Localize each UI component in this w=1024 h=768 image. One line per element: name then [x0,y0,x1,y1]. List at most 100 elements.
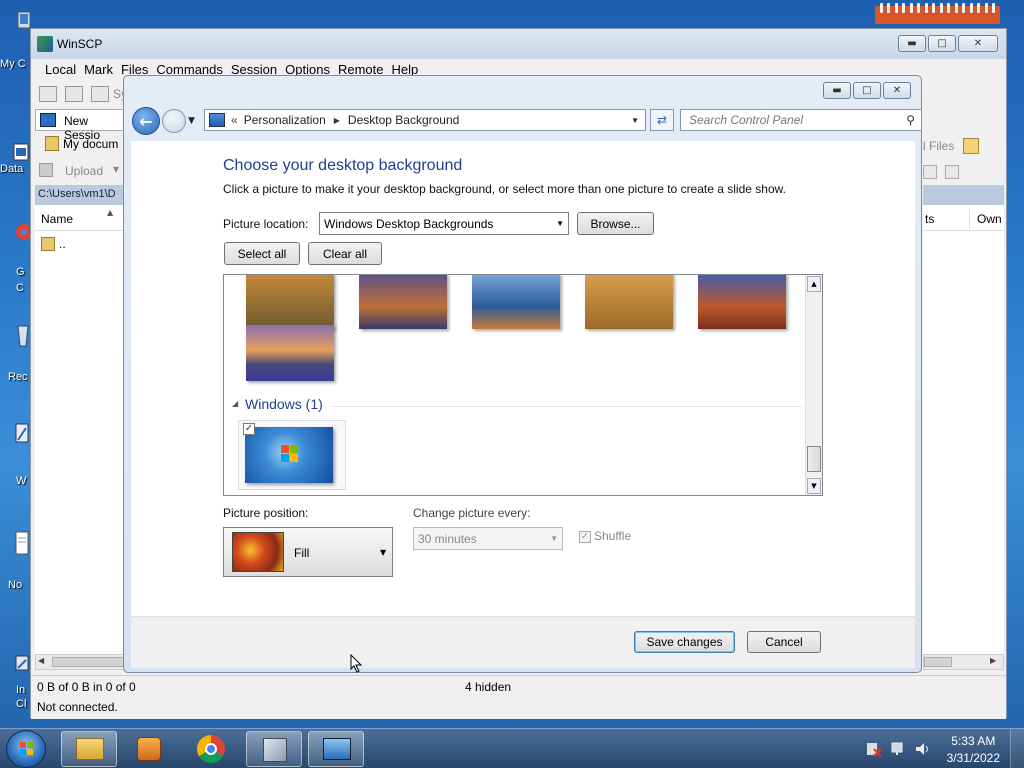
menu-local[interactable]: Local [45,62,76,77]
remote-toolbar-2 [923,161,1003,185]
local-hscroll-thumb[interactable] [52,657,126,667]
wallpaper-thumbnail[interactable] [472,275,560,329]
start-windows-icon [20,742,26,748]
taskbar-control-panel[interactable] [308,731,364,767]
change-picture-every-value: 30 minutes [418,531,477,546]
maximize-button[interactable]: □ [928,35,956,52]
remote-delete-icon[interactable] [923,165,937,179]
breadcrumb-personalization[interactable]: Personalization [244,113,326,127]
start-button[interactable] [6,730,46,768]
gallery-scroll-thumb[interactable] [807,446,821,472]
picture-location-select[interactable]: Windows Desktop Backgrounds ▼ [319,212,569,235]
wallpaper-thumbnail[interactable] [359,275,447,329]
local-location-combo[interactable]: My docum [41,134,125,154]
selected-wallpaper-frame[interactable]: ✓ [238,420,346,490]
winscp-titlebar[interactable]: WinSCP [31,29,1006,59]
shuffle-label[interactable]: Shuffle [594,529,631,543]
wallpaper-thumbnail[interactable] [698,275,786,329]
select-all-button[interactable]: Select all [224,242,300,265]
picture-position-select[interactable]: Fill ▼ [223,527,393,577]
scroll-down-icon[interactable]: ▼ [807,478,821,494]
my-computer-icon[interactable] [0,10,31,40]
minimize-button[interactable]: ▬ [898,35,926,52]
gallery-vscrollbar[interactable]: ▲ ▼ [805,275,822,495]
back-arrow-icon[interactable]: ← [132,107,160,135]
local-hscrollbar[interactable]: ◀ [35,654,127,670]
compare-icon[interactable] [39,86,57,102]
taskbar-chrome[interactable] [184,731,240,767]
wallpaper-checkbox[interactable]: ✓ [243,423,255,435]
browse-button[interactable]: Browse... [577,212,654,235]
address-bar[interactable]: « Personalization ▶ Desktop Background ▼ [204,109,646,131]
clock-time: 5:33 AM [951,734,996,748]
dialog-close-button[interactable]: ✕ [883,82,911,99]
remote-hscrollbar[interactable]: ▶ [923,654,1004,670]
taskbar-media-player[interactable] [121,731,177,767]
windows-wallpaper-thumbnail[interactable] [245,427,333,483]
taskbar-winscp[interactable] [246,731,302,767]
refresh-icon[interactable]: ⇄ [650,109,674,131]
w-app-icon[interactable] [0,420,30,450]
menu-mark[interactable]: Mark [84,62,113,77]
picture-position-value: Fill [294,546,310,560]
synchronize-icon[interactable] [65,86,83,102]
remote-column-owner[interactable]: Own [977,212,1002,226]
column-header-name[interactable]: Name ▲ [35,207,127,231]
group-collapse-icon[interactable]: ◢ [232,399,238,408]
breadcrumb-overflow[interactable]: « [231,113,238,127]
recycle-bin-icon[interactable] [0,320,30,350]
notepad-icon[interactable] [0,530,30,560]
scroll-left-icon[interactable]: ◀ [38,656,44,665]
cancel-button[interactable]: Cancel [747,631,821,653]
folder-icon [76,738,104,760]
remote-tree-icon[interactable] [963,138,979,154]
save-changes-button[interactable]: Save changes [634,631,735,653]
scroll-up-icon[interactable]: ▲ [807,276,821,292]
dialog-minimize-button[interactable]: ▬ [823,82,851,99]
forward-arrow-icon[interactable] [162,109,186,133]
remote-properties-icon[interactable] [945,165,959,179]
wallpaper-thumbnail[interactable] [246,325,334,381]
recent-pages-dropdown-icon[interactable]: ▼ [188,116,195,126]
search-input[interactable]: Search Control Panel ⚲ [680,109,922,131]
internet-icon[interactable] [0,650,30,680]
wallpaper-thumbnail[interactable] [585,275,673,329]
search-icon[interactable]: ⚲ [906,113,915,127]
clock-date: 3/31/2022 [946,751,1000,765]
new-session-tab[interactable]: New Sessio [35,109,125,142]
dialog-maximize-button[interactable]: □ [853,82,881,99]
sort-ascending-icon: ▲ [107,208,114,217]
control-panel-icon [323,738,351,760]
breadcrumb-desktop-background[interactable]: Desktop Background [348,113,459,127]
parent-directory-row[interactable]: .. [39,235,119,253]
desktop-label-data[interactable]: Data [0,163,30,175]
address-dropdown-icon[interactable]: ▼ [631,116,639,125]
close-button[interactable]: ✕ [958,35,998,52]
start-logo-part [20,749,26,755]
group-windows-label[interactable]: Windows (1) [245,396,323,412]
calendar-gadget[interactable] [875,3,1000,24]
wallpaper-thumbnail[interactable] [246,275,334,329]
chrome-icon [197,735,225,763]
action-center-icon[interactable] [866,741,882,757]
upload-button[interactable]: Upload ▼ [37,159,127,181]
system-clock[interactable]: 5:33 AM 3/31/2022 [947,733,1000,767]
change-picture-every-select[interactable]: 30 minutes ▼ [413,527,563,550]
start-logo-part [27,742,33,748]
queue-icon[interactable] [91,86,109,102]
taskbar-explorer[interactable] [61,731,117,767]
shuffle-checkbox[interactable]: ✓ [579,531,591,543]
clear-all-button[interactable]: Clear all [308,242,382,265]
column-divider [969,209,970,229]
show-desktop-button[interactable] [1010,729,1024,768]
chrome-desktop-icon[interactable] [0,220,32,250]
remote-hscroll-thumb[interactable] [924,657,952,667]
breadcrumb-separator-icon[interactable]: ▶ [334,116,340,125]
chevron-down-icon: ▼ [556,219,564,228]
network-icon[interactable] [890,741,908,757]
volume-icon[interactable] [914,741,932,757]
remote-files-label[interactable]: l Files [923,139,954,153]
desktop-label-my-computer[interactable]: My C [0,58,30,70]
scroll-right-icon[interactable]: ▶ [990,656,996,665]
remote-column-rights[interactable]: ts [925,212,934,226]
